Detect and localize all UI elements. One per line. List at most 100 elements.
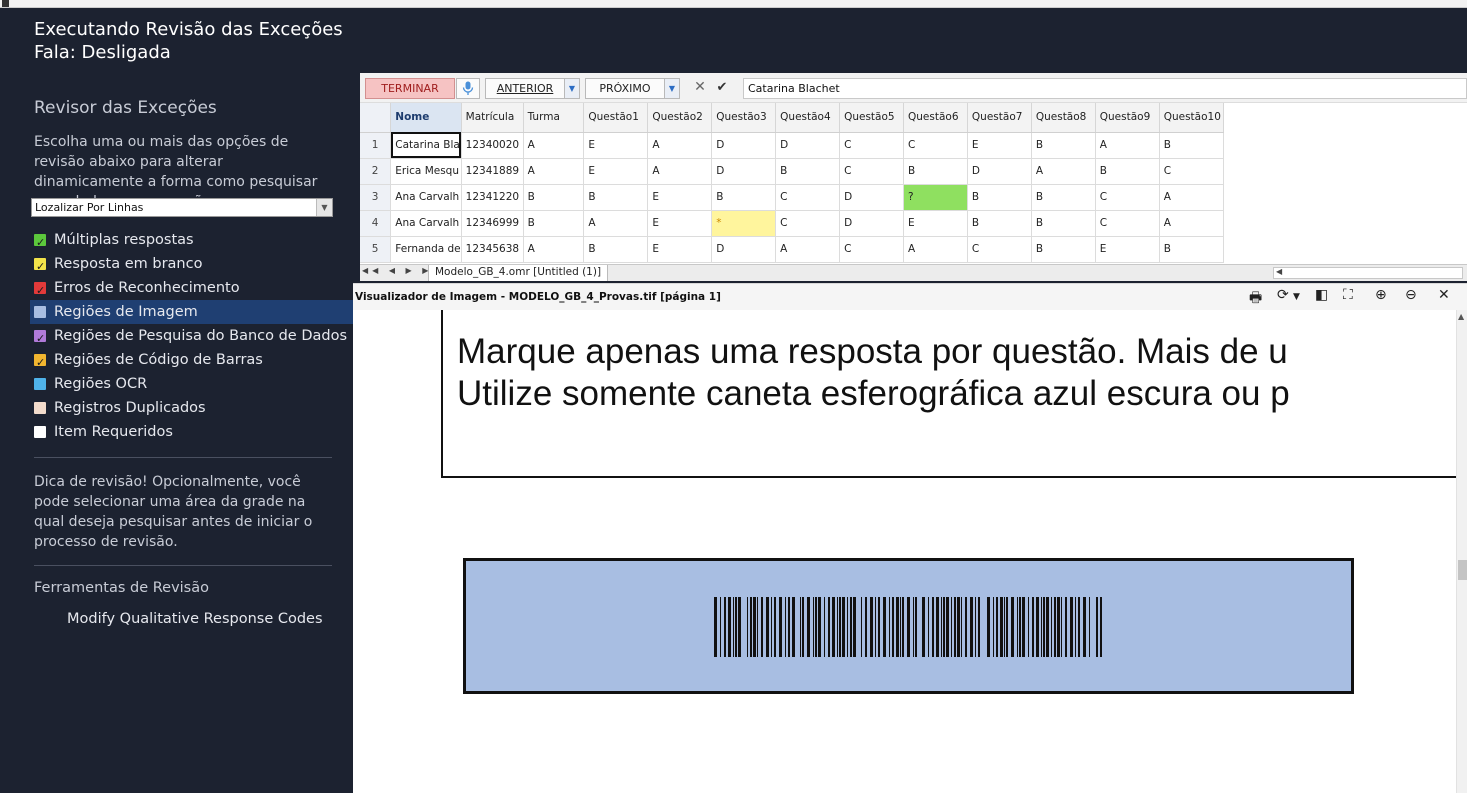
checkbox-regioes-ocr[interactable] <box>34 378 46 390</box>
chevron-down-icon[interactable]: ▼ <box>664 78 680 99</box>
option-multiplas-respostas[interactable]: ✓ Múltiplas respostas <box>30 228 353 252</box>
grid-cell[interactable]: B <box>1031 236 1096 263</box>
option-regioes-codigo-de-barras[interactable]: ✓ Regiões de Código de Barras <box>30 348 353 372</box>
row-header[interactable]: 4 <box>360 210 392 237</box>
grid-cell[interactable]: A <box>1159 210 1224 237</box>
grid-cell[interactable]: B <box>583 236 649 263</box>
grid-cell[interactable]: B <box>967 210 1032 237</box>
option-item-requeridos[interactable]: Item Requeridos <box>30 420 353 444</box>
grid-cell[interactable]: C <box>1159 158 1224 185</box>
grid-cell[interactable]: B <box>1159 236 1224 263</box>
grid-cell[interactable]: D <box>839 184 904 211</box>
checkmark-icon[interactable]: ✔ <box>712 78 732 99</box>
corner-cell[interactable] <box>360 103 392 133</box>
grid-cell[interactable]: B <box>775 158 841 185</box>
checkbox-erros-de-reconhecimento[interactable]: ✓ <box>34 282 46 297</box>
close-icon[interactable]: ✕ <box>690 78 710 99</box>
grid-cell[interactable]: E <box>583 132 649 159</box>
grid-cell[interactable]: B <box>903 158 968 185</box>
grid-cell[interactable]: A <box>647 132 713 159</box>
grid-cell[interactable]: E <box>647 210 713 237</box>
checkbox-regioes-de-imagem[interactable] <box>34 306 46 318</box>
column-header[interactable]: Questão8 <box>1031 103 1096 133</box>
scrollbar-thumb[interactable] <box>1458 560 1467 580</box>
grid-cell[interactable]: Ana Carvalh <box>390 184 462 211</box>
grid-cell[interactable]: Fernanda de <box>390 236 462 263</box>
option-registros-duplicados[interactable]: Registros Duplicados <box>30 396 353 420</box>
grid-cell[interactable]: C <box>839 132 904 159</box>
grid-cell[interactable]: 12346999 <box>461 210 524 237</box>
table-row[interactable]: 3 Ana Carvalh 12341220 B B E B C D? B B C A <box>360 184 1467 211</box>
grid-cell[interactable]: B <box>1031 184 1096 211</box>
grid-cell[interactable]: D <box>711 158 777 185</box>
table-row[interactable]: 1 Catarina Bla 12340020 A E A D D C C E B A B <box>360 132 1467 159</box>
grid-cell[interactable]: Erica Mesqu <box>390 158 462 185</box>
column-header[interactable]: Turma <box>523 103 585 133</box>
grid-cell[interactable]: C <box>1095 184 1160 211</box>
sheet-tab[interactable]: Modelo_GB_4.omr [Untitled (1)] <box>428 265 609 281</box>
grid-cell[interactable]: * <box>711 210 777 237</box>
chevron-down-icon[interactable]: ▼ <box>316 199 332 216</box>
grid-cell[interactable]: B <box>523 184 585 211</box>
grid-cell[interactable]: Catarina Bla <box>390 132 462 159</box>
horizontal-scrollbar[interactable]: ◀ <box>1273 267 1463 279</box>
microphone-icon[interactable] <box>456 78 480 99</box>
rotate-icon[interactable]: ⟳ <box>1277 287 1289 303</box>
fit-page-icon[interactable]: ⛶ <box>1343 287 1353 303</box>
grid-cell[interactable]: B <box>523 210 585 237</box>
cell-value-input[interactable]: Catarina Blachet <box>743 78 1467 99</box>
grid-cell[interactable]: 12340020 <box>461 132 524 159</box>
grid-cell[interactable]: A <box>1031 158 1096 185</box>
grid-cell[interactable]: D <box>775 132 841 159</box>
column-header[interactable]: Questão5 <box>839 103 904 133</box>
checkbox-item-requeridos[interactable] <box>34 426 46 438</box>
terminar-button[interactable]: TERMINAR <box>365 78 455 99</box>
table-row[interactable]: 2 Erica Mesqu 12341889 A E A D B C B D A B C <box>360 158 1467 185</box>
barcode-region[interactable] <box>463 558 1354 694</box>
row-header[interactable]: 3 <box>360 184 392 211</box>
grid-cell[interactable]: ? <box>903 184 968 211</box>
checkbox-regioes-codigo-de-barras[interactable]: ✓ <box>34 354 46 369</box>
chevron-down-icon[interactable]: ▼ <box>1293 292 1300 302</box>
close-icon[interactable]: ✕ <box>1438 287 1450 303</box>
column-header[interactable]: Questão3 <box>711 103 777 133</box>
vertical-scrollbar[interactable]: ▲ <box>1456 310 1467 793</box>
grid-cell[interactable]: D <box>711 236 777 263</box>
grid-cell[interactable]: A <box>647 158 713 185</box>
chevron-down-icon[interactable]: ▼ <box>564 78 580 99</box>
grid-cell[interactable]: A <box>523 132 585 159</box>
grid-cell[interactable]: B <box>1095 158 1160 185</box>
grid-cell[interactable]: E <box>647 184 713 211</box>
grid-cell[interactable]: A <box>775 236 841 263</box>
grid-cell[interactable]: E <box>903 210 968 237</box>
grid-cell[interactable]: C <box>1095 210 1160 237</box>
modify-response-codes-link[interactable]: Modify Qualitative Response Codes <box>67 611 323 627</box>
option-regioes-banco-de-dados[interactable]: ✓ Regiões de Pesquisa do Banco de Dados <box>30 324 353 348</box>
row-header[interactable]: 5 <box>360 236 392 263</box>
grid-cell[interactable]: E <box>647 236 713 263</box>
grid-cell[interactable]: 12341889 <box>461 158 524 185</box>
fit-width-icon[interactable]: ◧ <box>1315 287 1328 303</box>
grid-cell[interactable]: Ana Carvalh <box>390 210 462 237</box>
print-icon[interactable]: 🖶 <box>1249 287 1262 311</box>
column-header[interactable]: Questão2 <box>647 103 713 133</box>
option-erros-de-reconhecimento[interactable]: ✓ Erros de Reconhecimento <box>30 276 353 300</box>
grid-cell[interactable]: D <box>839 210 904 237</box>
column-header[interactable]: Nome <box>390 103 462 133</box>
grid-cell[interactable]: D <box>967 158 1032 185</box>
grid-cell[interactable]: B <box>1031 210 1096 237</box>
grid-cell[interactable]: C <box>839 158 904 185</box>
grid-cell[interactable]: A <box>903 236 968 263</box>
grid-cell[interactable]: 12341220 <box>461 184 524 211</box>
column-header[interactable]: Questão7 <box>967 103 1032 133</box>
grid-cell[interactable]: E <box>583 158 649 185</box>
scroll-left-icon[interactable]: ◀ <box>1276 267 1282 276</box>
column-header[interactable]: Questão10 <box>1159 103 1224 133</box>
grid-cell[interactable]: C <box>839 236 904 263</box>
grid-cell[interactable]: B <box>711 184 777 211</box>
grid-cell[interactable]: A <box>1159 184 1224 211</box>
scroll-up-icon[interactable]: ▲ <box>1458 312 1464 321</box>
column-header[interactable]: Questão9 <box>1095 103 1160 133</box>
table-row[interactable]: 5 Fernanda de 12345638 A B E D A C A C B E B <box>360 236 1467 263</box>
row-header[interactable]: 2 <box>360 158 392 185</box>
